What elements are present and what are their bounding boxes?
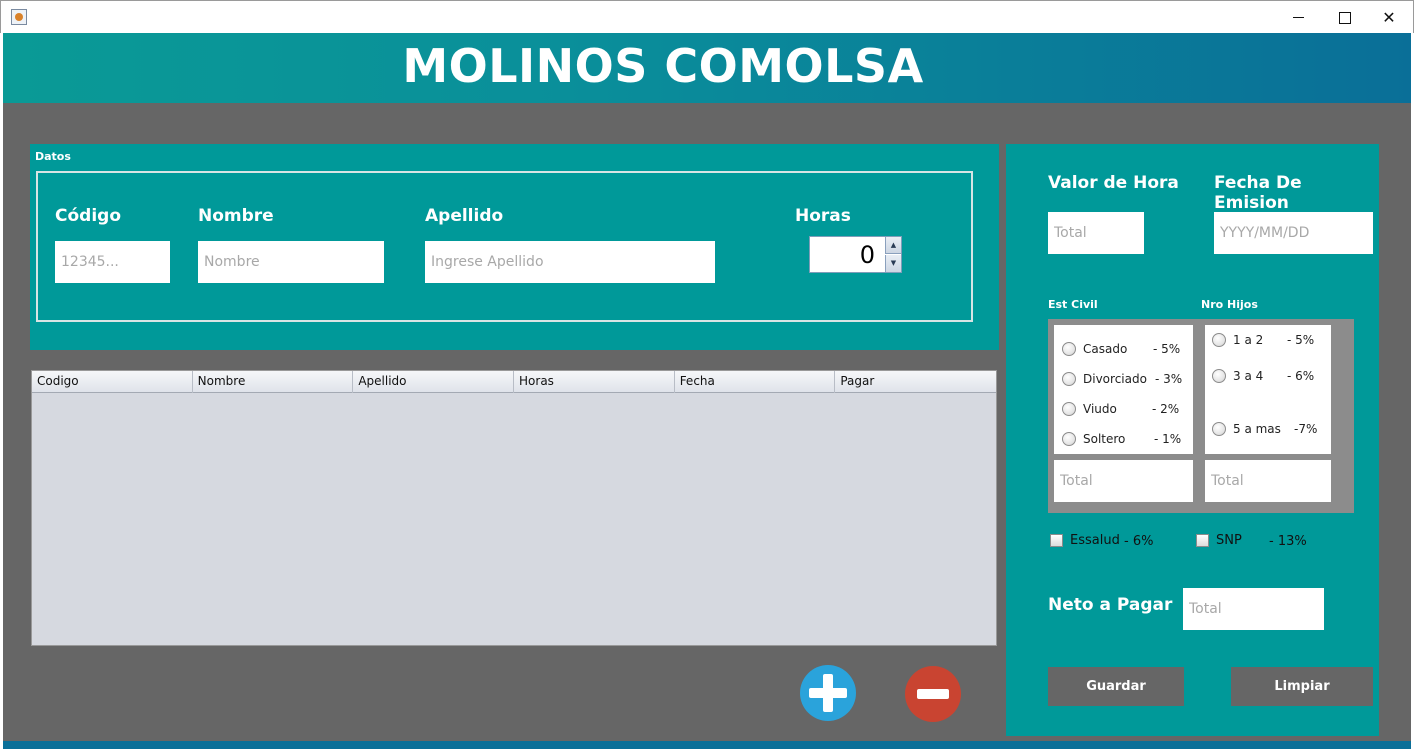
radio-label: 1 a 2 <box>1233 333 1264 347</box>
empleados-table[interactable]: Codigo Nombre Apellido Horas Fecha Pagar <box>31 370 997 646</box>
radio-label: Casado <box>1083 342 1128 356</box>
pct-label: - 6% <box>1287 369 1315 383</box>
apellido-label: Apellido <box>425 206 504 226</box>
horas-spinner[interactable]: 0 ▲ ▼ <box>809 236 902 273</box>
est-civil-label: Est Civil <box>1048 298 1098 311</box>
guardar-button[interactable]: Guardar <box>1048 667 1184 706</box>
est-civil-total-input[interactable] <box>1054 460 1193 502</box>
essalud-label: Essalud <box>1070 533 1120 548</box>
app-title: MOLINOS COMOLSA <box>402 39 924 93</box>
radio-casado[interactable]: Casado <box>1062 340 1127 358</box>
column-header-codigo[interactable]: Codigo <box>32 371 193 393</box>
essalud-checkbox[interactable]: Essalud <box>1050 533 1120 548</box>
pct-label: - 5% <box>1287 333 1315 347</box>
essalud-pct: - 6% <box>1124 534 1154 549</box>
snp-pct: - 13% <box>1269 534 1307 549</box>
minus-icon[interactable] <box>905 666 961 722</box>
horas-value[interactable]: 0 <box>860 241 875 269</box>
radio-label: Divorciado <box>1083 372 1147 386</box>
nro-hijos-group: 1 a 2 - 5% 3 a 4 - 6% 5 a mas -7% <box>1205 325 1331 454</box>
radio-viudo[interactable]: Viudo <box>1062 400 1117 418</box>
minimize-button[interactable] <box>1275 1 1321 34</box>
radio-label: Soltero <box>1083 432 1126 446</box>
radio-hijos-1a2[interactable]: 1 a 2 <box>1212 331 1263 349</box>
est-civil-group: Casado - 5% Divorciado - 3% Viudo - 2% S… <box>1054 325 1193 454</box>
column-header-fecha[interactable]: Fecha <box>675 371 836 393</box>
footer-band <box>3 741 1411 749</box>
column-header-apellido[interactable]: Apellido <box>353 371 515 393</box>
spinner-up-icon[interactable]: ▲ <box>885 237 901 254</box>
valor-hora-label: Valor de Hora <box>1048 173 1179 193</box>
apellido-input[interactable] <box>425 241 715 283</box>
spinner-down-icon[interactable]: ▼ <box>885 255 901 272</box>
pct-label: - 3% <box>1155 372 1183 386</box>
table-header: Codigo Nombre Apellido Horas Fecha Pagar <box>32 371 996 393</box>
pct-label: -7% <box>1294 422 1318 436</box>
radio-hijos-3a4[interactable]: 3 a 4 <box>1212 367 1263 385</box>
radio-label: 3 a 4 <box>1233 369 1264 383</box>
radio-divorciado[interactable]: Divorciado <box>1062 370 1147 388</box>
datos-panel: Datos Código Nombre Apellido Horas 0 ▲ ▼ <box>30 144 999 350</box>
valor-hora-input[interactable] <box>1048 212 1144 254</box>
codigo-input[interactable] <box>55 241 170 283</box>
maximize-button[interactable] <box>1321 1 1367 34</box>
pct-label: - 5% <box>1153 342 1181 356</box>
window-titlebar: ✕ <box>0 0 1414 33</box>
close-button[interactable]: ✕ <box>1366 1 1412 34</box>
radio-button-icon[interactable] <box>1212 369 1226 383</box>
radio-label: 5 a mas <box>1233 422 1281 436</box>
snp-checkbox[interactable]: SNP <box>1196 533 1242 548</box>
datos-legend: Datos <box>35 150 71 163</box>
radio-button-icon[interactable] <box>1212 333 1226 347</box>
radio-button-icon[interactable] <box>1062 372 1076 386</box>
radio-button-icon[interactable] <box>1062 432 1076 446</box>
radio-soltero[interactable]: Soltero <box>1062 430 1125 448</box>
nro-hijos-total-input[interactable] <box>1205 460 1331 502</box>
deducciones-box: Casado - 5% Divorciado - 3% Viudo - 2% S… <box>1048 319 1354 513</box>
fecha-emision-label: Fecha De Emision <box>1214 173 1302 213</box>
column-header-horas[interactable]: Horas <box>514 371 675 393</box>
radio-button-icon[interactable] <box>1062 402 1076 416</box>
radio-button-icon[interactable] <box>1062 342 1076 356</box>
codigo-label: Código <box>55 206 121 226</box>
pct-label: - 1% <box>1154 432 1182 446</box>
column-header-nombre[interactable]: Nombre <box>193 371 354 393</box>
snp-label: SNP <box>1216 533 1242 548</box>
radio-label: Viudo <box>1083 402 1117 416</box>
nombre-input[interactable] <box>198 241 384 283</box>
plus-icon[interactable] <box>800 665 856 721</box>
fecha-emision-input[interactable] <box>1214 212 1373 254</box>
radio-button-icon[interactable] <box>1212 422 1226 436</box>
checkbox-icon[interactable] <box>1196 534 1209 547</box>
checkbox-icon[interactable] <box>1050 534 1063 547</box>
java-app-icon <box>11 9 27 25</box>
horas-label: Horas <box>795 206 851 226</box>
radio-hijos-5amas[interactable]: 5 a mas <box>1212 420 1281 438</box>
main-frame: MOLINOS COMOLSA Datos Código Nombre Apel… <box>3 33 1411 749</box>
nombre-label: Nombre <box>198 206 274 226</box>
pct-label: - 2% <box>1152 402 1180 416</box>
header-banner: MOLINOS COMOLSA <box>3 33 1411 103</box>
calculo-panel: Valor de Hora Fecha De Emision Est Civil… <box>1006 144 1379 736</box>
neto-pagar-label: Neto a Pagar <box>1048 595 1173 615</box>
limpiar-button[interactable]: Limpiar <box>1231 667 1373 706</box>
nro-hijos-label: Nro Hijos <box>1201 298 1258 311</box>
neto-pagar-input[interactable] <box>1183 588 1324 630</box>
column-header-pagar[interactable]: Pagar <box>835 371 996 393</box>
